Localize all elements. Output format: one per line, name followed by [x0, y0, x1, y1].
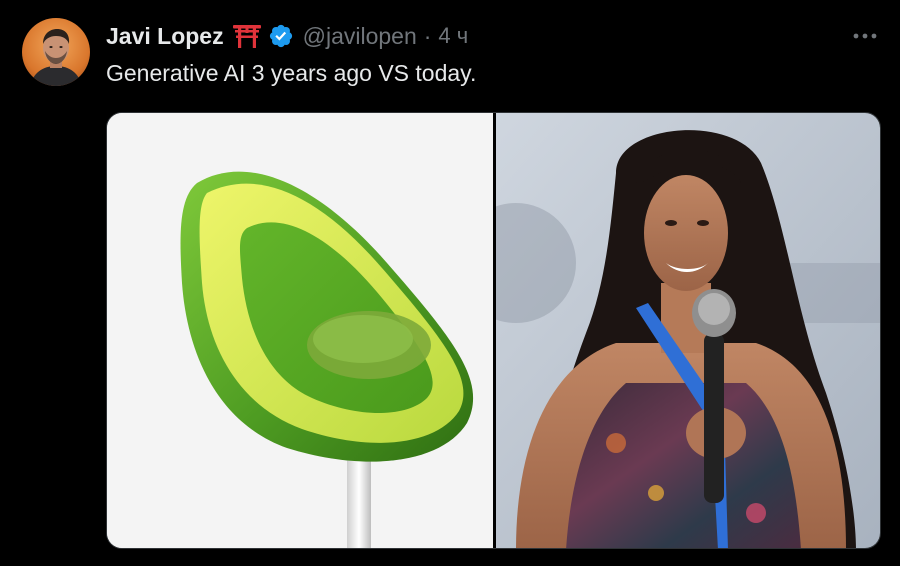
- tweet-timestamp[interactable]: 4 ч: [438, 23, 468, 49]
- verified-badge-icon[interactable]: [268, 23, 294, 49]
- author-handle[interactable]: @javilopen: [303, 23, 417, 50]
- more-options-button[interactable]: [850, 24, 880, 48]
- avatar[interactable]: [22, 18, 90, 86]
- tweet-header: Javi Lopez @javilopen · 4 ч: [106, 22, 468, 50]
- avatar-image: [22, 18, 90, 86]
- torii-gate-icon: [232, 23, 262, 49]
- woman-with-microphone-image: [496, 113, 880, 548]
- tweet-media-grid: [106, 112, 881, 549]
- media-image-avocado-chair[interactable]: [107, 113, 493, 548]
- more-dots-icon: [853, 33, 877, 39]
- avocado-chair-image: [107, 113, 493, 548]
- tweet[interactable]: Javi Lopez @javilopen · 4 ч Generative A…: [0, 0, 900, 566]
- author-display-name[interactable]: Javi Lopez: [106, 23, 224, 50]
- tweet-text: Generative AI 3 years ago VS today.: [106, 60, 477, 86]
- separator-dot: ·: [423, 22, 432, 49]
- media-image-woman-microphone[interactable]: [496, 113, 880, 548]
